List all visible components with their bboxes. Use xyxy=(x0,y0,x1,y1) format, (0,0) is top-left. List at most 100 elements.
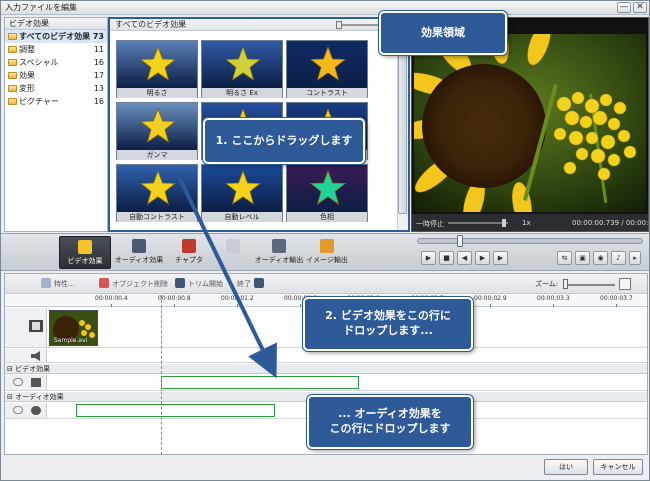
audio-export-icon xyxy=(272,239,286,253)
close-button[interactable]: ✕ xyxy=(633,2,647,13)
effect-tile-label: 明るさ Ex xyxy=(202,88,282,98)
star-icon xyxy=(309,45,347,81)
next-frame-button[interactable]: ▶ xyxy=(475,251,490,265)
delete-label: オブジェクト削除 xyxy=(112,280,168,288)
category-adjust[interactable]: 調整 11 xyxy=(5,43,107,56)
disabled-tool-button[interactable] xyxy=(207,236,259,269)
effect-tile-label: ガンマ xyxy=(117,150,197,160)
audio-effects-button[interactable]: オーディオ効果 xyxy=(113,236,165,269)
category-special[interactable]: スペシャル 16 xyxy=(5,56,107,69)
minimize-button[interactable]: — xyxy=(617,2,631,13)
effect-tile[interactable]: 明るさ xyxy=(116,40,198,98)
time-current: 00:00:00.739 xyxy=(572,219,620,227)
preview-zoom: 1x xyxy=(522,219,531,227)
properties-button[interactable]: 特性... xyxy=(41,278,75,290)
effect-tile[interactable]: コントラスト xyxy=(286,40,368,98)
clip-name: Sample.avi xyxy=(54,337,88,344)
category-effects[interactable]: 効果 17 xyxy=(5,69,107,82)
ruler-tick-label: 00:00:01.2 xyxy=(221,295,254,302)
category-count: 16 xyxy=(93,97,104,106)
eye-icon[interactable] xyxy=(13,406,23,414)
volume-track xyxy=(448,222,508,224)
playback-state: 一時停止 xyxy=(416,220,444,228)
ruler-tick-mark xyxy=(490,304,491,307)
category-count: 16 xyxy=(93,58,104,67)
more-icon[interactable]: ▸ xyxy=(629,251,641,265)
zoom-slider[interactable] xyxy=(563,279,568,289)
audio-effect-drop-zone[interactable] xyxy=(76,404,275,417)
category-count: 73 xyxy=(92,32,104,41)
category-count: 11 xyxy=(93,45,104,54)
speaker-icon[interactable]: ♪ xyxy=(611,251,626,265)
cancel-button[interactable]: キャンセル xyxy=(593,459,643,475)
ruler-tick-mark xyxy=(300,304,301,307)
effect-tile[interactable]: ガンマ xyxy=(116,102,198,160)
effects-panel-header: すべてのビデオ効果 xyxy=(110,19,408,31)
ruler-tick-label: 00:00:03.3 xyxy=(537,295,570,302)
category-label: ピクチャー xyxy=(19,97,59,106)
window-title: 入力ファイルを編集 xyxy=(5,3,77,12)
ruler-tick-label: 00:00:02.9 xyxy=(474,295,507,302)
camera-icon[interactable]: ◉ xyxy=(593,251,608,265)
star-icon xyxy=(224,169,262,205)
stop-button[interactable]: ■ xyxy=(439,251,454,265)
effect-tile-label: 明るさ xyxy=(117,88,197,98)
playhead[interactable] xyxy=(161,295,162,455)
effect-tile[interactable]: 明るさ Ex xyxy=(201,40,283,98)
video-effects-button[interactable]: ビデオ効果 xyxy=(59,236,111,269)
volume-slider[interactable] xyxy=(502,219,506,227)
category-picture[interactable]: ピクチャー 16 xyxy=(5,95,107,108)
callout-drop-video-line2: ドロップします... xyxy=(343,324,433,337)
ok-button[interactable]: はい xyxy=(544,459,588,475)
category-label: 調整 xyxy=(19,45,35,54)
end-button[interactable]: ▶ xyxy=(493,251,508,265)
star-icon xyxy=(139,169,177,205)
video-effects-icon xyxy=(78,240,92,254)
ruler-tick-label: 00:00:00.8 xyxy=(158,295,191,302)
callout-effects-area: 効果領域 xyxy=(379,11,507,55)
button-label: ビデオ効果 xyxy=(67,257,103,265)
category-all-video-effects[interactable]: すべてのビデオ効果 73 xyxy=(5,30,107,43)
folder-icon xyxy=(8,85,17,92)
effect-tile[interactable]: 色相 xyxy=(286,164,368,222)
button-label: チャプタ xyxy=(175,256,203,264)
seek-bar[interactable] xyxy=(417,238,643,244)
ruler-tick-label: 00:00:03.7 xyxy=(600,295,633,302)
image-export-button[interactable]: イメージ輸出 xyxy=(301,236,353,269)
thumbnail-size-slider[interactable] xyxy=(336,21,342,29)
title-bar: 入力ファイルを編集 — ✕ xyxy=(1,1,649,15)
category-label: スペシャル xyxy=(19,58,59,67)
delete-object-button[interactable]: オブジェクト削除 xyxy=(99,278,168,290)
previous-frame-button[interactable]: ◀ xyxy=(457,251,472,265)
effect-tile-label: コントラスト xyxy=(287,88,367,98)
effect-tile-label: 色相 xyxy=(287,212,367,222)
zoom-label: ズーム: xyxy=(535,280,559,288)
seek-handle[interactable] xyxy=(457,235,463,247)
video-effects-section[interactable]: ⊟ ビデオ効果 xyxy=(5,364,647,374)
audio-track-icon xyxy=(31,351,40,361)
video-clip[interactable]: Sample.avi xyxy=(49,310,98,346)
effects-scrollbar-thumb[interactable] xyxy=(398,34,407,214)
trim-start-button[interactable]: トリム開始 xyxy=(175,278,223,290)
effect-tile[interactable]: 自動レベル xyxy=(201,164,283,222)
audio-export-button[interactable]: オーディオ輸出 xyxy=(253,236,305,269)
timeline-toolbar: 特性... オブジェクト削除 トリム開始 終了 ズーム: xyxy=(5,274,647,294)
eye-icon[interactable] xyxy=(13,378,23,386)
film-icon xyxy=(31,378,41,387)
button-label: オーディオ効果 xyxy=(114,256,164,264)
category-transform[interactable]: 変形 13 xyxy=(5,82,107,95)
speaker-icon xyxy=(31,406,41,415)
trim-end-button[interactable]: 終了 xyxy=(237,278,267,290)
effect-tile[interactable]: 自動コントラスト xyxy=(116,164,198,222)
play-button[interactable]: ▶ xyxy=(421,251,436,265)
image-export-icon xyxy=(320,239,334,253)
zoom-fit-button[interactable] xyxy=(619,278,631,290)
mark-icon[interactable]: ▣ xyxy=(575,251,590,265)
audio-track xyxy=(5,349,647,363)
trim-end-label: 終了 xyxy=(237,280,251,288)
loop-icon[interactable]: ⇆ xyxy=(557,251,572,265)
effect-thumbnail xyxy=(202,165,282,212)
video-effect-drop-zone[interactable] xyxy=(161,376,359,389)
effect-thumbnail xyxy=(117,103,197,150)
category-label: すべてのビデオ効果 xyxy=(19,32,91,41)
